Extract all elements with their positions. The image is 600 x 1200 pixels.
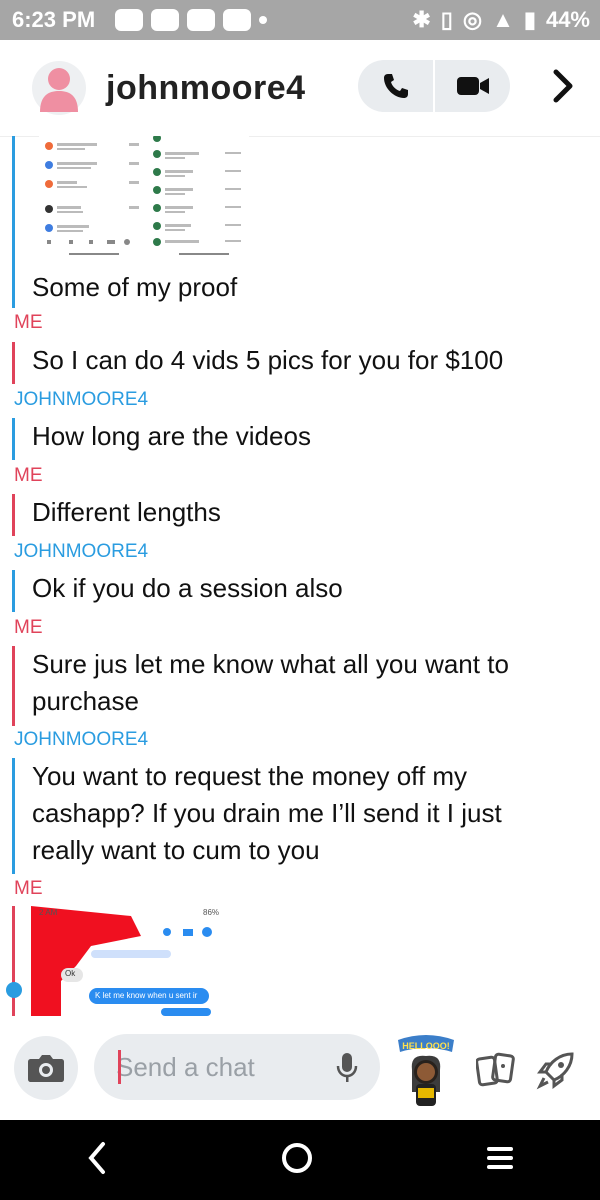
back-icon — [88, 1141, 105, 1174]
video-camera-icon — [456, 77, 489, 95]
call-buttons — [358, 60, 510, 112]
cards-icon — [475, 1052, 515, 1087]
message-text: Sure jus let me know what all you want t… — [32, 649, 509, 716]
chat-input[interactable]: Send a chat — [94, 1034, 380, 1100]
proof-screenshot-image — [45, 136, 241, 255]
avatar-icon — [40, 68, 78, 112]
microphone-icon — [336, 1053, 358, 1082]
signal-icon: ▲ — [492, 7, 514, 32]
chat-area[interactable]: Some of my proof ME So I can do 4 vids 5… — [0, 136, 600, 1016]
message-text: You want to request the money off my cas… — [32, 761, 502, 865]
recents-button[interactable] — [485, 1143, 515, 1178]
message-text: Different lengths — [32, 497, 221, 527]
screenshot-preview[interactable]: 2 AM 86% Ok K let me know when u sent ir — [31, 906, 231, 1016]
message-bubble: So I can do 4 vids 5 pics for you for $1… — [12, 342, 585, 384]
sender-label: JOHNMOORE4 — [14, 729, 149, 750]
youtube-icon — [223, 9, 252, 31]
games-button[interactable] — [536, 1050, 576, 1095]
stickers-button[interactable] — [475, 1052, 516, 1093]
sender-label: JOHNMOORE4 — [14, 541, 149, 562]
chat-input-placeholder: Send a chat — [116, 1051, 255, 1082]
camera-button[interactable] — [14, 1036, 78, 1100]
chevron-right-icon — [553, 69, 573, 103]
system-navigation-bar — [0, 1120, 600, 1200]
sender-label: ME — [14, 878, 43, 899]
home-icon — [282, 1142, 312, 1173]
battery-icon: ▮ — [523, 7, 536, 32]
more-dot-icon — [259, 16, 268, 24]
preview-bubble-ok: Ok — [65, 969, 76, 978]
message-text: So I can do 4 vids 5 pics for you for $1… — [32, 345, 504, 375]
location-icon: ◎ — [462, 7, 483, 32]
preview-time: 2 AM — [39, 908, 58, 917]
composer-bar: Send a chat HELLOOO! — [0, 1016, 600, 1120]
sender-label: ME — [14, 312, 43, 333]
message-bubble: Sure jus let me know what all you want t… — [12, 646, 585, 726]
vibrate-icon: ▯ — [440, 7, 453, 32]
notification-icons — [115, 9, 268, 31]
bitmoji-icon: HELLOOO! — [398, 1035, 454, 1106]
message-text: Some of my proof — [32, 272, 238, 302]
bitmoji-sticker-text: HELLOOO! — [402, 1041, 450, 1051]
avatar[interactable] — [32, 61, 86, 115]
bluetooth-icon: ✱ — [412, 7, 431, 32]
message-text: How long are the videos — [32, 421, 311, 451]
chevron-right-button[interactable] — [550, 68, 576, 109]
home-button[interactable] — [279, 1140, 315, 1181]
chat-header: johnmoore4 — [0, 40, 600, 137]
menu-icon — [487, 1146, 513, 1169]
read-indicator — [6, 982, 22, 998]
text-cursor — [118, 1050, 121, 1084]
message-bubble: How long are the videos — [12, 418, 585, 460]
messenger-icon — [115, 9, 144, 31]
sender-label: ME — [14, 465, 43, 486]
back-button[interactable] — [85, 1140, 109, 1181]
bitmoji-button[interactable]: HELLOOO! — [394, 1034, 458, 1108]
voice-call-button[interactable] — [358, 60, 433, 112]
battery-percent: 44% — [545, 7, 590, 32]
status-bar: 6:23 PM ✱ ▯ ◎ ▲ ▮ 44% — [0, 0, 600, 40]
preview-battery: 86% — [203, 908, 220, 917]
microphone-button[interactable] — [336, 1052, 358, 1089]
preview-bubble-blue: K let me know when u sent ir — [95, 991, 198, 1000]
chat-username[interactable]: johnmoore4 — [106, 69, 306, 108]
message-bubble: 2 AM 86% Ok K let me know when u sent ir — [12, 906, 585, 1016]
video-call-button[interactable] — [435, 60, 510, 112]
rocket-icon — [536, 1052, 574, 1090]
sender-label: ME — [14, 617, 43, 638]
status-time: 6:23 PM — [12, 7, 96, 32]
youtube-icon — [187, 9, 216, 31]
message-bubble: Some of my proof — [12, 136, 585, 308]
system-icons: ✱ ▯ ◎ ▲ ▮ 44% — [412, 7, 590, 33]
message-text: Ok if you do a session also — [32, 573, 343, 603]
proof-image[interactable] — [39, 136, 249, 258]
message-bubble: You want to request the money off my cas… — [12, 758, 585, 874]
camera-icon — [28, 1055, 64, 1082]
message-bubble: Different lengths — [12, 494, 585, 536]
message-icon — [151, 9, 180, 31]
sender-label: JOHNMOORE4 — [14, 389, 149, 410]
phone-icon — [383, 74, 408, 98]
message-bubble: Ok if you do a session also — [12, 570, 585, 612]
